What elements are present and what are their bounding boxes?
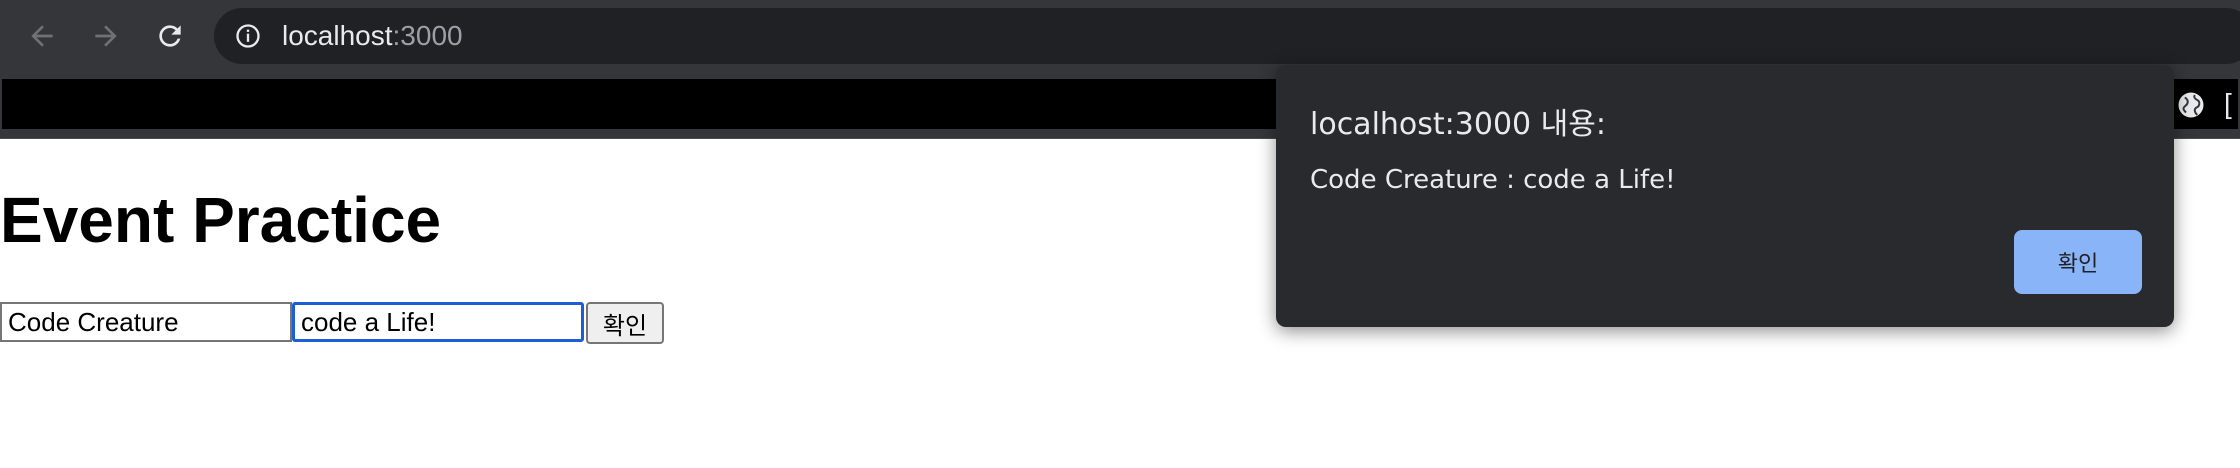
info-icon[interactable] (234, 22, 262, 50)
globe-icon[interactable] (2176, 90, 2206, 120)
arrow-left-icon (31, 25, 53, 47)
dialog-ok-button[interactable]: 확인 (2014, 230, 2142, 294)
reload-button[interactable] (150, 16, 190, 56)
reload-icon (159, 25, 181, 47)
url-port: :3000 (392, 20, 463, 51)
browser-toolbar: localhost:3000 (0, 0, 2240, 71)
alert-dialog: localhost:3000 내용: Code Creature : code … (1276, 65, 2174, 327)
dialog-title: localhost:3000 내용: (1310, 107, 1606, 142)
confirm-button[interactable]: 확인 (586, 302, 664, 344)
dialog-message: Code Creature : code a Life! (1310, 165, 1676, 195)
arrow-right-icon (95, 25, 117, 47)
name-input[interactable] (0, 302, 292, 342)
url-text: localhost:3000 (282, 8, 463, 64)
bookmark-label-truncated[interactable]: [ (2224, 86, 2232, 122)
back-button[interactable] (22, 16, 62, 56)
address-bar[interactable]: localhost:3000 (214, 8, 2240, 64)
url-host: localhost (282, 20, 393, 51)
message-input[interactable] (292, 302, 584, 342)
forward-button[interactable] (86, 16, 126, 56)
page-title: Event Practice (0, 184, 442, 256)
